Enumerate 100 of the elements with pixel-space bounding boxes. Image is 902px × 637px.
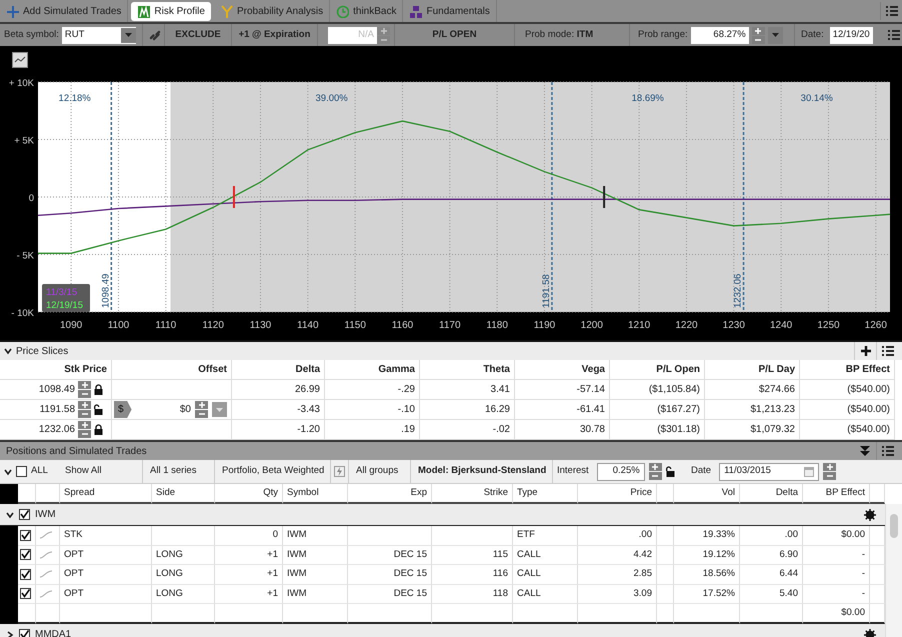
y-tick-label: - 10K bbox=[11, 308, 34, 319]
interest-field[interactable]: 0.25% bbox=[596, 462, 645, 480]
chevron-down-icon[interactable] bbox=[6, 510, 14, 518]
decrement-button[interactable] bbox=[78, 410, 91, 418]
minus-icon bbox=[82, 411, 88, 417]
plus-icon bbox=[6, 4, 19, 18]
x-tick-label: 1190 bbox=[534, 320, 556, 331]
lock-icon[interactable] bbox=[94, 384, 103, 395]
increment-button[interactable] bbox=[78, 421, 91, 429]
date-field[interactable]: 12/19/20 bbox=[830, 26, 873, 44]
increment-button[interactable] bbox=[195, 401, 208, 409]
x-tick-label: 1160 bbox=[392, 320, 414, 331]
beta-symbol-dropdown[interactable]: RUT bbox=[62, 26, 136, 44]
increment-button[interactable] bbox=[78, 401, 91, 409]
check-icon bbox=[20, 630, 29, 637]
probability-label: 18.69% bbox=[632, 93, 664, 104]
legend-label: 11/3/15 bbox=[46, 287, 77, 298]
probability-label: 30.14% bbox=[800, 93, 833, 104]
checkbox[interactable] bbox=[20, 588, 31, 600]
lightning-icon bbox=[336, 467, 343, 476]
scrollbar[interactable] bbox=[885, 504, 902, 637]
tab[interactable]: Probability Analysis bbox=[214, 0, 330, 22]
column-header: Stk Price bbox=[64, 363, 107, 377]
chart-style-icon[interactable] bbox=[12, 52, 28, 68]
prob-mode-dropdown[interactable]: Prob mode: ITM bbox=[519, 24, 594, 46]
table-cell: ETF bbox=[517, 528, 535, 542]
table-cell: LONG bbox=[156, 548, 183, 562]
checkbox[interactable] bbox=[19, 629, 30, 637]
curve-icon bbox=[40, 570, 52, 578]
x-tick-label: 1150 bbox=[344, 320, 366, 331]
checkbox[interactable] bbox=[16, 466, 27, 477]
prob-range-field[interactable]: 68.27% bbox=[690, 26, 749, 44]
chevron-right-icon[interactable] bbox=[6, 630, 14, 637]
portfolio-dropdown[interactable]: Portfolio, Beta Weighted bbox=[219, 464, 328, 479]
x-tick-label: 1180 bbox=[486, 320, 508, 331]
checkbox[interactable] bbox=[20, 549, 31, 560]
pl-mode-dropdown[interactable]: P/L OPEN bbox=[432, 24, 477, 46]
table-cell: LONG bbox=[156, 567, 183, 582]
decrement-button[interactable] bbox=[195, 410, 208, 418]
unlocked-icon[interactable] bbox=[666, 466, 675, 477]
table-cell: CALL bbox=[517, 586, 541, 601]
date-field[interactable]: 11/03/2015 bbox=[719, 462, 820, 480]
flash-button[interactable] bbox=[334, 466, 345, 477]
increment-button[interactable] bbox=[648, 463, 662, 471]
minus-icon bbox=[652, 473, 658, 479]
settings-icon bbox=[864, 628, 876, 637]
step-dropdown[interactable]: +1 @ Expiration bbox=[238, 24, 310, 46]
minus-icon bbox=[380, 36, 386, 42]
table-cell: - bbox=[862, 567, 865, 582]
chevron-down-icon[interactable] bbox=[4, 347, 12, 355]
section-title: Positions and Simulated Trades bbox=[5, 444, 147, 458]
table-cell-text: -3.43 bbox=[297, 403, 320, 417]
increment-button[interactable] bbox=[752, 26, 765, 34]
table-cell-text: 1098.49 bbox=[38, 383, 75, 397]
legend-label: 12/19/15 bbox=[46, 300, 83, 311]
plus-icon bbox=[652, 464, 658, 470]
y-tick-label: - 5K bbox=[16, 250, 34, 262]
exclude-button[interactable]: EXCLUDE bbox=[175, 24, 221, 46]
date-label: Date bbox=[691, 464, 712, 478]
decrement-button[interactable] bbox=[823, 472, 836, 480]
dropdown-button[interactable] bbox=[768, 26, 783, 44]
caret-icon bbox=[216, 408, 223, 412]
checkbox[interactable] bbox=[20, 530, 31, 541]
table-cell-text: 3.41 bbox=[490, 383, 510, 397]
tab[interactable]: thinkBack bbox=[330, 0, 404, 22]
scrollbar-thumb[interactable] bbox=[890, 514, 898, 538]
show-filter-dropdown[interactable]: Show All bbox=[62, 464, 104, 479]
curve-icon bbox=[40, 531, 52, 540]
decrement-button[interactable] bbox=[648, 472, 662, 480]
decrement-button[interactable] bbox=[78, 390, 91, 398]
checkbox[interactable] bbox=[19, 509, 30, 520]
column-header: Price bbox=[630, 486, 652, 500]
checkbox[interactable] bbox=[20, 568, 31, 580]
minus-icon bbox=[82, 431, 88, 437]
table-cell: OPT bbox=[64, 548, 84, 562]
increment-button[interactable] bbox=[78, 381, 91, 389]
x-tick-label: 1220 bbox=[675, 320, 698, 331]
chevron-down-icon[interactable] bbox=[4, 468, 12, 476]
table-cell: 3.09 bbox=[634, 586, 652, 601]
series-filter-dropdown[interactable]: All 1 series bbox=[147, 464, 200, 479]
model-dropdown[interactable]: Model: Bjerksund-Stensland bbox=[415, 464, 550, 479]
table-cell: IWM bbox=[287, 567, 307, 582]
table-cell: 0 bbox=[272, 528, 278, 542]
minus-icon bbox=[826, 473, 833, 479]
tab[interactable]: Add Simulated Trades bbox=[0, 0, 128, 22]
decrement-button[interactable] bbox=[752, 36, 765, 44]
tab[interactable]: Fundamentals bbox=[403, 0, 497, 22]
lock-icon[interactable] bbox=[94, 424, 103, 435]
table-cell-text: -.29 bbox=[398, 383, 415, 397]
groups-dropdown[interactable]: All groups bbox=[353, 464, 402, 479]
unit-tag[interactable]: $ bbox=[114, 401, 132, 418]
increment-button[interactable] bbox=[823, 463, 836, 471]
decrement-button[interactable] bbox=[78, 430, 91, 438]
tab[interactable]: Risk Profile bbox=[131, 2, 211, 20]
table-cell-text: $1,213.23 bbox=[750, 403, 795, 417]
y-tick-label: 0 bbox=[28, 193, 34, 204]
table-cell: 115 bbox=[492, 548, 508, 562]
table-cell: 4.42 bbox=[634, 548, 652, 562]
table-cell: CALL bbox=[517, 567, 541, 582]
unlocked-icon[interactable] bbox=[94, 404, 103, 415]
